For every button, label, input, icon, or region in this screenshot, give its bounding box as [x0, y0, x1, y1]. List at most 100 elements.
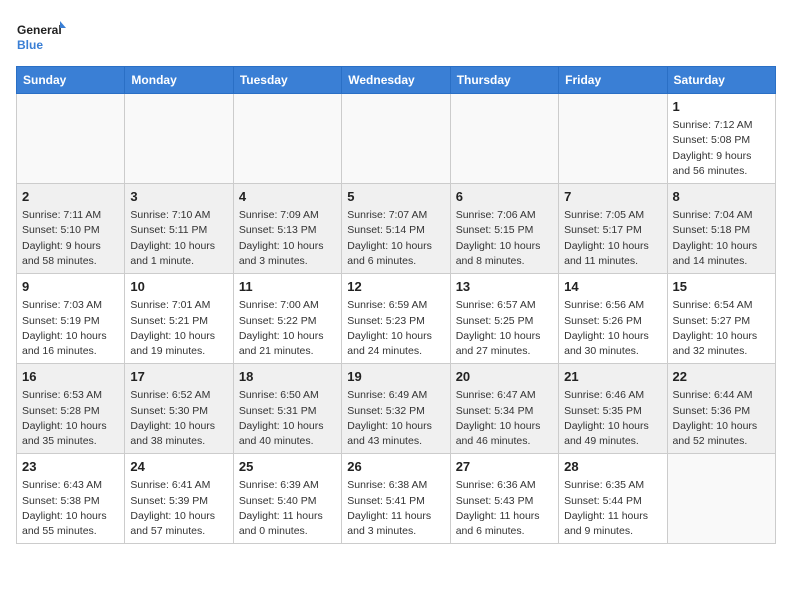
day-number: 25 — [239, 458, 336, 476]
calendar-cell: 11 Sunrise: 7:00 AM Sunset: 5:22 PM Dayli… — [233, 274, 341, 364]
calendar-cell: 26 Sunrise: 6:38 AM Sunset: 5:41 PM Dayli… — [342, 454, 450, 544]
calendar-cell: 20 Sunrise: 6:47 AM Sunset: 5:34 PM Dayli… — [450, 364, 558, 454]
calendar-cell: 15 Sunrise: 6:54 AM Sunset: 5:27 PM Dayli… — [667, 274, 775, 364]
day-number: 4 — [239, 188, 336, 206]
calendar-cell: 10 Sunrise: 7:01 AM Sunset: 5:21 PM Dayli… — [125, 274, 233, 364]
calendar-cell: 1 Sunrise: 7:12 AM Sunset: 5:08 PM Daylig… — [667, 94, 775, 184]
calendar-week-row: 2 Sunrise: 7:11 AM Sunset: 5:10 PM Daylig… — [17, 184, 776, 274]
day-number: 5 — [347, 188, 444, 206]
day-info: Sunrise: 7:06 AM Sunset: 5:15 PM Dayligh… — [456, 208, 553, 269]
calendar-cell: 13 Sunrise: 6:57 AM Sunset: 5:25 PM Dayli… — [450, 274, 558, 364]
day-number: 20 — [456, 368, 553, 386]
day-info: Sunrise: 7:11 AM Sunset: 5:10 PM Dayligh… — [22, 208, 119, 269]
day-info: Sunrise: 6:50 AM Sunset: 5:31 PM Dayligh… — [239, 388, 336, 449]
day-info: Sunrise: 6:57 AM Sunset: 5:25 PM Dayligh… — [456, 298, 553, 359]
logo-svg: General Blue — [16, 16, 66, 56]
calendar-cell: 6 Sunrise: 7:06 AM Sunset: 5:15 PM Daylig… — [450, 184, 558, 274]
calendar-week-row: 9Sunrise: 7:03 AM Sunset: 5:19 PM Daylig… — [17, 274, 776, 364]
day-info: Sunrise: 6:41 AM Sunset: 5:39 PM Dayligh… — [130, 478, 227, 539]
day-number: 19 — [347, 368, 444, 386]
day-number: 11 — [239, 278, 336, 296]
calendar-cell: 23 Sunrise: 6:43 AM Sunset: 5:38 PM Dayli… — [17, 454, 125, 544]
day-number: 27 — [456, 458, 553, 476]
day-number: 26 — [347, 458, 444, 476]
svg-text:General: General — [17, 23, 62, 37]
day-number: 22 — [673, 368, 770, 386]
logo: General Blue — [16, 16, 66, 56]
day-info: Sunrise: 6:54 AM Sunset: 5:27 PM Dayligh… — [673, 298, 770, 359]
day-info: Sunrise: 6:43 AM Sunset: 5:38 PM Dayligh… — [22, 478, 119, 539]
calendar-cell: 25 Sunrise: 6:39 AM Sunset: 5:40 PM Dayli… — [233, 454, 341, 544]
svg-text:Blue: Blue — [17, 38, 43, 52]
day-info: Sunrise: 6:47 AM Sunset: 5:34 PM Dayligh… — [456, 388, 553, 449]
day-info: Sunrise: 6:46 AM Sunset: 5:35 PM Dayligh… — [564, 388, 661, 449]
day-number: 2 — [22, 188, 119, 206]
calendar-cell: 4 Sunrise: 7:09 AM Sunset: 5:13 PM Daylig… — [233, 184, 341, 274]
calendar-cell — [233, 94, 341, 184]
day-number: 15 — [673, 278, 770, 296]
day-number: 24 — [130, 458, 227, 476]
day-info: Sunrise: 7:00 AM Sunset: 5:22 PM Dayligh… — [239, 298, 336, 359]
day-header-sunday: Sunday — [17, 67, 125, 94]
day-header-wednesday: Wednesday — [342, 67, 450, 94]
calendar-week-row: 16 Sunrise: 6:53 AM Sunset: 5:28 PM Dayli… — [17, 364, 776, 454]
day-number: 14 — [564, 278, 661, 296]
day-header-saturday: Saturday — [667, 67, 775, 94]
calendar-cell — [559, 94, 667, 184]
calendar-cell: 12 Sunrise: 6:59 AM Sunset: 5:23 PM Dayli… — [342, 274, 450, 364]
calendar-cell: 5 Sunrise: 7:07 AM Sunset: 5:14 PM Daylig… — [342, 184, 450, 274]
day-info: Sunrise: 7:05 AM Sunset: 5:17 PM Dayligh… — [564, 208, 661, 269]
day-header-thursday: Thursday — [450, 67, 558, 94]
day-info: Sunrise: 7:12 AM Sunset: 5:08 PM Dayligh… — [673, 118, 770, 179]
day-number: 13 — [456, 278, 553, 296]
day-header-friday: Friday — [559, 67, 667, 94]
day-info: Sunrise: 6:56 AM Sunset: 5:26 PM Dayligh… — [564, 298, 661, 359]
calendar-cell — [125, 94, 233, 184]
day-info: Sunrise: 6:52 AM Sunset: 5:30 PM Dayligh… — [130, 388, 227, 449]
day-number: 6 — [456, 188, 553, 206]
day-number: 10 — [130, 278, 227, 296]
day-info: Sunrise: 7:01 AM Sunset: 5:21 PM Dayligh… — [130, 298, 227, 359]
day-number: 3 — [130, 188, 227, 206]
day-number: 1 — [673, 98, 770, 116]
day-number: 18 — [239, 368, 336, 386]
day-info: Sunrise: 6:38 AM Sunset: 5:41 PM Dayligh… — [347, 478, 444, 539]
day-number: 23 — [22, 458, 119, 476]
day-info: Sunrise: 7:09 AM Sunset: 5:13 PM Dayligh… — [239, 208, 336, 269]
calendar-cell: 2 Sunrise: 7:11 AM Sunset: 5:10 PM Daylig… — [17, 184, 125, 274]
calendar-cell: 24 Sunrise: 6:41 AM Sunset: 5:39 PM Dayli… — [125, 454, 233, 544]
day-header-monday: Monday — [125, 67, 233, 94]
page-header: General Blue — [16, 16, 776, 56]
day-info: Sunrise: 7:10 AM Sunset: 5:11 PM Dayligh… — [130, 208, 227, 269]
day-header-tuesday: Tuesday — [233, 67, 341, 94]
calendar-header-row: SundayMondayTuesdayWednesdayThursdayFrid… — [17, 67, 776, 94]
calendar-cell: 18 Sunrise: 6:50 AM Sunset: 5:31 PM Dayli… — [233, 364, 341, 454]
day-info: Sunrise: 7:04 AM Sunset: 5:18 PM Dayligh… — [673, 208, 770, 269]
day-info: Sunrise: 6:44 AM Sunset: 5:36 PM Dayligh… — [673, 388, 770, 449]
day-info: Sunrise: 6:39 AM Sunset: 5:40 PM Dayligh… — [239, 478, 336, 539]
calendar-week-row: 23 Sunrise: 6:43 AM Sunset: 5:38 PM Dayli… — [17, 454, 776, 544]
calendar-cell: 8Sunrise: 7:04 AM Sunset: 5:18 PM Daylig… — [667, 184, 775, 274]
calendar-cell: 21 Sunrise: 6:46 AM Sunset: 5:35 PM Dayli… — [559, 364, 667, 454]
calendar-cell: 22 Sunrise: 6:44 AM Sunset: 5:36 PM Dayli… — [667, 364, 775, 454]
calendar-cell: 19 Sunrise: 6:49 AM Sunset: 5:32 PM Dayli… — [342, 364, 450, 454]
day-info: Sunrise: 6:35 AM Sunset: 5:44 PM Dayligh… — [564, 478, 661, 539]
calendar-cell: 3 Sunrise: 7:10 AM Sunset: 5:11 PM Daylig… — [125, 184, 233, 274]
day-info: Sunrise: 7:03 AM Sunset: 5:19 PM Dayligh… — [22, 298, 119, 359]
calendar-cell: 16 Sunrise: 6:53 AM Sunset: 5:28 PM Dayli… — [17, 364, 125, 454]
calendar-cell: 17Sunrise: 6:52 AM Sunset: 5:30 PM Dayli… — [125, 364, 233, 454]
day-info: Sunrise: 7:07 AM Sunset: 5:14 PM Dayligh… — [347, 208, 444, 269]
day-number: 16 — [22, 368, 119, 386]
day-info: Sunrise: 6:59 AM Sunset: 5:23 PM Dayligh… — [347, 298, 444, 359]
calendar-cell: 9Sunrise: 7:03 AM Sunset: 5:19 PM Daylig… — [17, 274, 125, 364]
calendar-cell: 14 Sunrise: 6:56 AM Sunset: 5:26 PM Dayli… — [559, 274, 667, 364]
day-number: 7 — [564, 188, 661, 206]
day-info: Sunrise: 6:36 AM Sunset: 5:43 PM Dayligh… — [456, 478, 553, 539]
calendar-cell — [667, 454, 775, 544]
calendar-cell — [342, 94, 450, 184]
day-number: 12 — [347, 278, 444, 296]
day-info: Sunrise: 6:49 AM Sunset: 5:32 PM Dayligh… — [347, 388, 444, 449]
day-info: Sunrise: 6:53 AM Sunset: 5:28 PM Dayligh… — [22, 388, 119, 449]
day-number: 21 — [564, 368, 661, 386]
calendar-cell — [17, 94, 125, 184]
